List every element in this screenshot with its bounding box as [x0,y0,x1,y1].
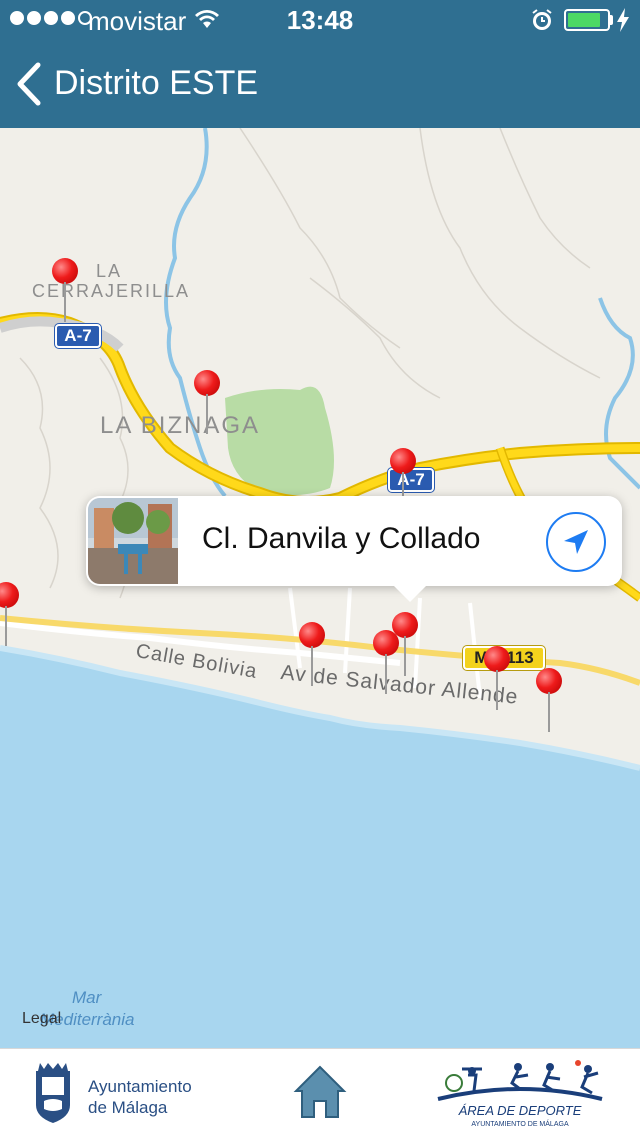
battery-tip [610,15,613,25]
area-de-deporte-logo: ÁREA DE DEPORTE AYUNTAMIENTO DE MÁLAGA [432,1059,608,1131]
legal-link[interactable]: Legal [22,1010,61,1028]
map-label-la: LA [96,261,123,281]
sport-figures-icon [437,1060,603,1101]
chevron-left-icon[interactable] [14,62,44,106]
map-label-la-biznaga: LA BIZNAGA [100,412,261,439]
location-thumbnail [88,498,178,584]
location-callout[interactable]: Cl. Danvila y Collado [86,496,622,602]
road-shield-a7: A-7 [55,324,101,348]
battery-level [568,13,600,27]
alarm-clock-icon [532,9,552,30]
location-name: Cl. Danvila y Collado [202,522,481,555]
page-title: Distrito ESTE [54,64,259,102]
city-name-line1: Ayuntamiento [88,1077,192,1096]
status-bar: movistar 13:48 [0,0,640,40]
home-button[interactable] [292,1063,348,1128]
sport-logo-title: ÁREA DE DEPORTE [458,1103,582,1118]
map-label-mar: Mar [72,988,102,1007]
charging-bolt-icon [617,8,629,32]
navigation-arrow-icon [564,530,588,554]
map-view[interactable]: LA CERRAJERILLA LA BIZNAGA Calle Bolivia… [0,128,640,1048]
city-crest-icon [36,1063,70,1123]
map-label-cerrajerilla: CERRAJERILLA [32,281,191,301]
navigation-arrow-button[interactable] [546,512,606,572]
home-icon [293,1065,347,1118]
city-name-line2: de Málaga [88,1098,168,1117]
sport-logo-subtitle: AYUNTAMIENTO DE MÁLAGA [471,1121,569,1128]
navigation-bar: Distrito ESTE [0,40,640,128]
footer-bar: Ayuntamiento de Málaga ÁREA DE DEPORTE A… [0,1048,640,1136]
battery-icon [564,9,610,31]
